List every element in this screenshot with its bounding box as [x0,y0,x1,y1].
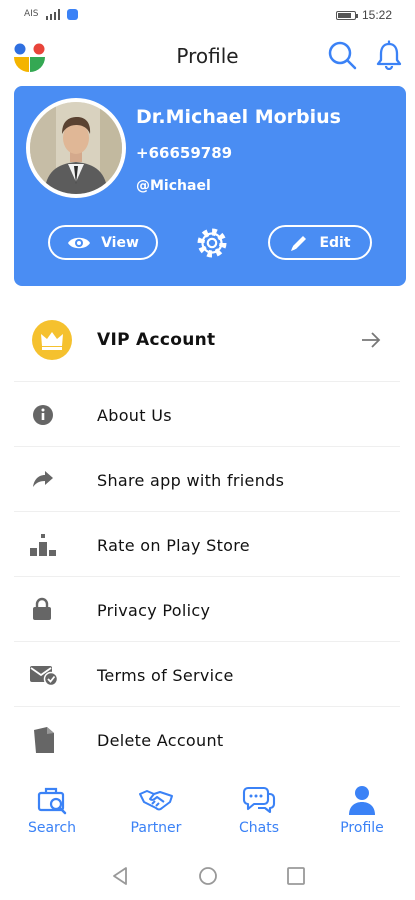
system-nav-bar [0,850,415,900]
profile-name: Dr.Michael Morbius [136,106,341,128]
menu-item-terms[interactable]: Terms of Service [14,642,400,707]
profile-card: Dr.Michael Morbius +66659789 @Michael Vi… [14,86,406,286]
menu-item-vip[interactable]: VIP Account [14,300,400,382]
info-icon [33,405,53,425]
handshake-icon [139,790,173,811]
menu-item-label: VIP Account [97,330,216,350]
share-arrow-icon [33,471,53,487]
battery-icon [336,11,358,20]
carrier-label: AIS [24,9,39,19]
nav-chats[interactable]: Chats [214,784,304,844]
menu-item-label: Delete Account [97,731,224,750]
pencil-icon [291,235,307,251]
profile-handle: @Michael [136,178,211,194]
battery-level [338,13,351,18]
avatar-photo [30,102,122,194]
bell-icon[interactable] [374,40,404,70]
app-header: Profile [0,30,415,80]
menu-item-label: Terms of Service [97,666,234,685]
status-time: 15:22 [362,8,393,22]
view-profile-button[interactable]: View [48,225,158,260]
crown-icon [32,320,72,360]
view-button-label: View [101,234,139,251]
nav-search[interactable]: Search [7,784,97,844]
podium-icon [30,534,56,556]
briefcase-search-icon [37,787,67,815]
avatar[interactable] [26,98,126,198]
arrow-right-icon [362,332,381,348]
signal-icon [46,9,60,20]
menu-item-label: About Us [97,406,172,425]
person-icon [349,786,375,815]
bottom-nav: Search Partner Chats Profile [0,776,415,846]
lock-icon [33,597,51,620]
nav-label: Profile [340,820,384,836]
home-circle-icon[interactable] [197,865,219,887]
edit-profile-button[interactable]: Edit [268,225,372,260]
chat-bubbles-icon [242,786,276,814]
menu-item-about[interactable]: About Us [14,382,400,447]
recents-square-icon[interactable] [285,865,307,887]
document-icon [34,727,54,753]
nav-label: Partner [130,820,182,836]
menu-item-rate[interactable]: Rate on Play Store [14,512,400,577]
eye-icon [68,237,91,248]
edit-button-label: Edit [319,234,351,251]
menu-item-delete[interactable]: Delete Account [14,707,400,772]
status-bar: AIS 15:22 [0,0,415,30]
menu-item-privacy[interactable]: Privacy Policy [14,577,400,642]
gear-icon[interactable] [194,225,230,261]
nav-profile[interactable]: Profile [317,784,407,844]
menu-item-share[interactable]: Share app with friends [14,447,400,512]
nav-label: Search [27,820,77,836]
nav-label: Chats [238,820,279,836]
menu-item-label: Privacy Policy [97,601,211,620]
profile-phone: +66659789 [136,144,233,162]
menu-item-label: Share app with friends [97,471,285,490]
nav-partner[interactable]: Partner [111,784,201,844]
back-triangle-icon[interactable] [109,865,131,887]
search-icon[interactable] [327,40,357,70]
mail-check-icon [30,666,58,686]
notification-app-icon [67,9,78,20]
menu-item-label: Rate on Play Store [97,536,250,555]
